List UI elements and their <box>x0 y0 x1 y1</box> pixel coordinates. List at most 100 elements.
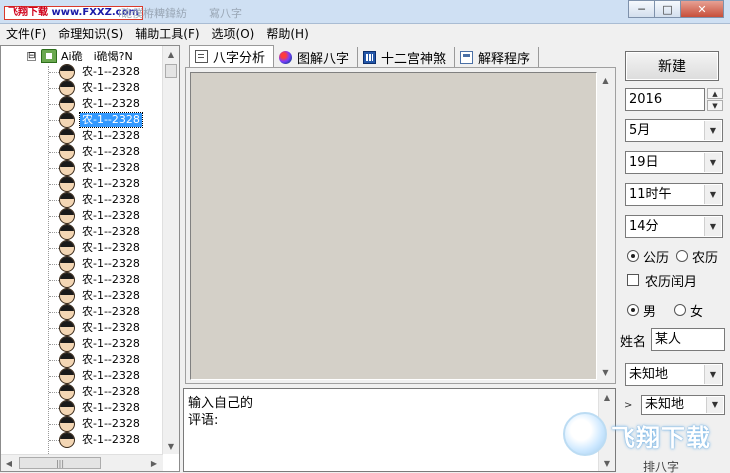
panel-vertical-scrollbar[interactable]: ▲ ▼ <box>598 72 613 380</box>
arrange-bazi-button[interactable]: 排八字 <box>643 458 679 473</box>
person-avatar-icon <box>59 432 75 448</box>
tree-item[interactable]: 农-1--2328 <box>1 384 163 400</box>
menu-knowledge[interactable]: 命理知识(S) <box>52 25 129 44</box>
tree-item[interactable]: 农-1--2328 <box>1 272 163 288</box>
radio-on-icon <box>627 250 639 262</box>
menu-file[interactable]: 文件(F) <box>0 25 52 44</box>
chevron-down-icon[interactable]: ▼ <box>704 217 721 236</box>
leap-month-label: 农历闰月 <box>645 274 698 290</box>
comment-textarea[interactable]: 输入自己的 评语: ▲ ▼ <box>183 388 616 472</box>
tab-twelve-palaces[interactable]: 十二宫神煞 <box>358 47 456 67</box>
tree-branch-line <box>49 72 59 73</box>
tree-item[interactable]: 农-1--2328 <box>1 112 163 128</box>
gender-female-label: 女 <box>690 304 704 320</box>
month-select[interactable]: 5月 ▼ <box>625 119 723 142</box>
tree-item[interactable]: 农-1--2328 <box>1 240 163 256</box>
menu-tools[interactable]: 辅助工具(F) <box>129 25 205 44</box>
person-avatar-icon <box>59 352 75 368</box>
tree-root[interactable]: ⊟ Ai硊 i硊愒?N <box>27 48 133 64</box>
scroll-right-arrow-icon[interactable]: ▶ <box>146 455 162 471</box>
year-spinner[interactable]: ▲ ▼ <box>707 88 723 111</box>
menu-options[interactable]: 选项(O) <box>206 25 261 44</box>
minute-value: 14分 <box>629 219 659 234</box>
minute-select[interactable]: 14分 ▼ <box>625 215 723 238</box>
tree-branch-line <box>49 344 59 345</box>
gender-male-radio[interactable]: 男 <box>627 302 656 320</box>
maximize-button[interactable]: □ <box>654 0 681 18</box>
tree-item[interactable]: 农-1--2328 <box>1 128 163 144</box>
scroll-left-arrow-icon[interactable]: ◀ <box>1 455 17 471</box>
hour-select[interactable]: 11时午 ▼ <box>625 183 723 206</box>
tree-item[interactable]: 农-1--2328 <box>1 432 163 448</box>
tree-vertical-scrollbar[interactable]: ▲ ▼ <box>162 46 179 454</box>
spin-up-icon[interactable]: ▲ <box>707 88 723 99</box>
tree-branch-line <box>49 104 59 105</box>
tab-bazi-chart[interactable]: 图解八字 <box>274 47 359 67</box>
new-button[interactable]: 新建 <box>625 51 719 81</box>
tree-item[interactable]: 农-1--2328 <box>1 64 163 80</box>
person-avatar-icon <box>59 256 75 272</box>
tree-item[interactable]: 农-1--2328 <box>1 192 163 208</box>
record-tree[interactable]: ⊟ Ai硊 i硊愒?N 农-1--2328 农-1--2328 农-1--2328 农… <box>0 45 180 472</box>
tab-strip: 八字分析 图解八字 十二宫神煞 解释程序 <box>189 45 540 67</box>
tree-item[interactable]: 农-1--2328 <box>1 144 163 160</box>
tree-item[interactable]: 农-1--2328 <box>1 368 163 384</box>
tree-item[interactable]: 农-1--2328 <box>1 288 163 304</box>
gender-female-radio[interactable]: 女 <box>674 302 704 320</box>
leap-month-checkbox[interactable]: 农历闰月 <box>627 272 698 290</box>
tree-item[interactable]: 农-1--2328 <box>1 208 163 224</box>
spin-down-icon[interactable]: ▼ <box>707 100 723 111</box>
year-field[interactable]: 2016 <box>625 88 705 111</box>
tree-item[interactable]: 农-1--2328 <box>1 400 163 416</box>
tree-item[interactable]: 农-1--2328 <box>1 256 163 272</box>
badge-logo-icon <box>563 412 607 456</box>
tree-item[interactable]: 农-1--2328 <box>1 352 163 368</box>
menu-help[interactable]: 帮助(H) <box>260 25 314 44</box>
person-avatar-icon <box>59 96 75 112</box>
analysis-canvas[interactable] <box>190 72 597 380</box>
calendar-lunar-radio[interactable]: 农历 <box>676 248 719 266</box>
tree-scroll-thumb[interactable] <box>165 64 177 78</box>
menu-bar: 文件(F) 命理知识(S) 辅助工具(F) 选项(O) 帮助(H) <box>0 25 730 44</box>
chevron-down-icon[interactable]: ▼ <box>704 185 721 204</box>
tree-item[interactable]: 农-1--2328 <box>1 336 163 352</box>
tree-item-label: 农-1--2328 <box>82 353 140 366</box>
tree-item[interactable]: 农-1--2328 <box>1 80 163 96</box>
tree-branch-line <box>49 296 59 297</box>
scroll-up-arrow-icon[interactable]: ▲ <box>598 72 613 88</box>
chevron-down-icon[interactable]: ▼ <box>704 365 721 384</box>
name-label: 姓名 <box>620 335 647 350</box>
name-input[interactable]: 某人 <box>651 328 725 351</box>
day-select[interactable]: 19日 ▼ <box>625 151 723 174</box>
chevron-down-icon[interactable]: ▼ <box>704 153 721 172</box>
tree-item[interactable]: 农-1--2328 <box>1 176 163 192</box>
close-button[interactable]: ✕ <box>680 0 724 18</box>
tree-hscroll-thumb[interactable]: ||| <box>19 457 101 469</box>
scroll-up-arrow-icon[interactable]: ▲ <box>599 389 615 405</box>
radio-on-icon <box>627 304 639 316</box>
tree-item[interactable]: 农-1--2328 <box>1 160 163 176</box>
tree-branch-line <box>49 440 59 441</box>
calendar-lunar-label: 农历 <box>692 250 719 266</box>
chevron-down-icon[interactable]: ▼ <box>704 121 721 140</box>
tree-item[interactable]: 农-1--2328 <box>1 96 163 112</box>
scroll-up-arrow-icon[interactable]: ▲ <box>163 46 179 62</box>
tree-item[interactable]: 农-1--2328 <box>1 320 163 336</box>
checkbox-icon <box>627 274 639 286</box>
tree-item[interactable]: 农-1--2328 <box>1 304 163 320</box>
minimize-button[interactable]: ─ <box>628 0 655 18</box>
calendar-solar-radio[interactable]: 公历 <box>627 248 669 266</box>
title-bar[interactable]: 飞翔下载 www.FXXZ.com i硊僕栫粺鍏紡 寫八字 ─ □ ✕ <box>0 0 730 24</box>
person-avatar-icon <box>59 224 75 240</box>
tab-bazi-analysis[interactable]: 八字分析 <box>189 45 275 67</box>
tab-interpretation[interactable]: 解释程序 <box>455 47 540 67</box>
tree-item[interactable]: 农-1--2328 <box>1 224 163 240</box>
tree-horizontal-scrollbar[interactable]: ◀ ||| ▶ <box>1 454 163 471</box>
tree-item-label: 农-1--2328 <box>82 65 140 78</box>
tree-item[interactable]: 农-1--2328 <box>1 416 163 432</box>
collapse-toggle-icon[interactable]: ⊟ <box>27 51 36 61</box>
place-select[interactable]: 未知地 ▼ <box>625 363 723 386</box>
scroll-down-arrow-icon[interactable]: ▼ <box>598 364 613 380</box>
scroll-down-arrow-icon[interactable]: ▼ <box>163 438 179 454</box>
tree-branch-line <box>49 184 59 185</box>
